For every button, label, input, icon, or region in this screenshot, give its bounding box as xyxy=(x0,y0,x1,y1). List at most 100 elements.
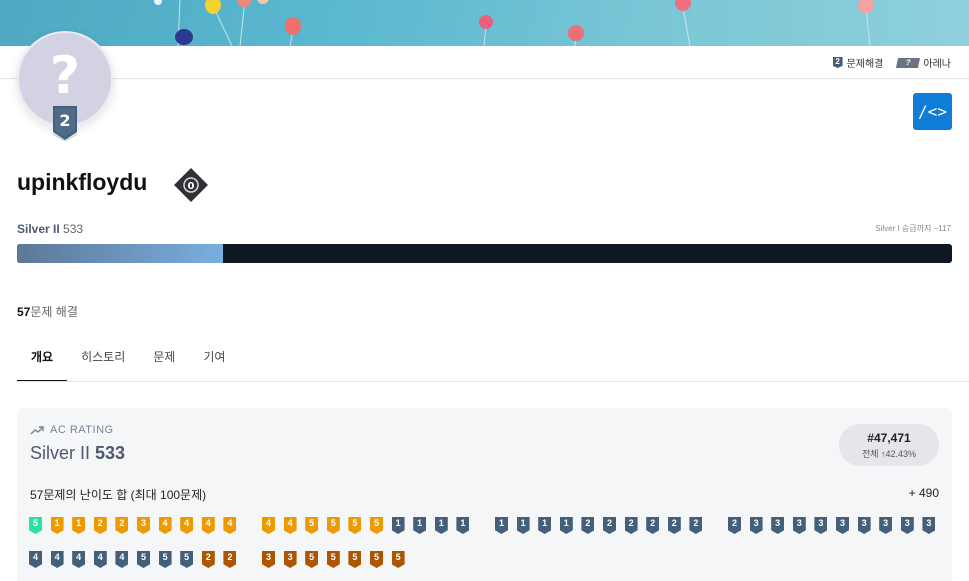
ac-rating-heading: AC RATING xyxy=(30,424,114,436)
rank-number: #47,471 xyxy=(867,431,911,445)
profile-banner xyxy=(0,0,969,46)
problem-tier-badge[interactable]: 1 xyxy=(559,517,573,534)
rank-pill[interactable]: #47,471 전체 ↑42.43% xyxy=(839,424,939,466)
profile-top-links: 2 문제해결 ? 아레나 xyxy=(832,55,951,70)
problem-tier-badge[interactable]: 2 xyxy=(603,517,616,534)
problem-tier-badge[interactable]: 1 xyxy=(391,517,405,534)
arena-link[interactable]: ? 아레나 xyxy=(896,55,951,70)
tier-rating: 533 xyxy=(63,222,84,236)
problem-tier-badge[interactable]: 5 xyxy=(137,551,150,568)
problem-tier-badge[interactable]: 3 xyxy=(749,517,763,534)
tab-overview[interactable]: 개요 xyxy=(17,337,68,382)
ac-rating-panel: AC RATING Silver II 533 #47,471 전체 ↑42.4… xyxy=(17,408,952,581)
problem-tier-badge[interactable]: 2 xyxy=(201,551,215,568)
problem-tier-badge[interactable]: 5 xyxy=(326,551,340,568)
problem-tier-badge[interactable]: 4 xyxy=(93,551,107,568)
ac-rating-value: 533 xyxy=(95,443,126,463)
tier-summary: Silver II 533 xyxy=(17,222,83,236)
problem-tier-badge[interactable]: 3 xyxy=(922,517,936,534)
problem-tier-badge[interactable]: 2 xyxy=(667,517,681,534)
tier-name: Silver II xyxy=(17,222,60,236)
problem-tier-badge[interactable]: 5 xyxy=(370,551,383,568)
difficulty-sum-label: 57문제의 난이도 합 (최대 100문제) xyxy=(30,488,207,502)
problem-tier-badge[interactable]: 5 xyxy=(305,517,319,534)
problem-tier-badge[interactable]: 4 xyxy=(29,551,42,568)
problem-tier-badge[interactable]: 4 xyxy=(158,517,172,534)
problem-tier-badge[interactable]: 3 xyxy=(283,551,297,568)
problem-tier-badge[interactable]: 3 xyxy=(262,551,275,568)
problem-tier-badge[interactable]: 5 xyxy=(305,551,319,568)
problem-tier-badge[interactable]: 3 xyxy=(792,517,806,534)
problem-tier-badge[interactable]: 5 xyxy=(158,551,172,568)
tab-problems[interactable]: 문제 xyxy=(139,337,189,382)
problem-tier-badge[interactable]: 2 xyxy=(581,517,595,534)
problem-tier-badge[interactable]: 4 xyxy=(115,551,129,568)
username: upinkfloydu xyxy=(17,169,148,195)
trending-up-icon xyxy=(30,426,44,435)
problem-tier-badge[interactable]: 4 xyxy=(283,517,297,534)
problem-tier-badge[interactable]: 1 xyxy=(516,517,530,534)
next-tier-text: Silver I 승급까지 −117 xyxy=(875,224,951,233)
problem-tier-badge[interactable]: 5 xyxy=(391,551,405,568)
problem-tier-badge[interactable]: 1 xyxy=(538,517,552,534)
problem-tier-badge[interactable]: 1 xyxy=(72,517,86,534)
problem-tier-badge[interactable]: 1 xyxy=(495,517,508,534)
rank-percentile: 전체 ↑42.43% xyxy=(861,449,917,459)
problems-link[interactable]: 2 문제해결 xyxy=(832,55,884,70)
problem-tier-badge[interactable]: 3 xyxy=(900,517,914,534)
tier-progress-fill xyxy=(17,244,223,263)
problems-link-label: 문제해결 xyxy=(846,59,884,70)
tier-progress-bar xyxy=(17,244,952,263)
problem-tier-badge[interactable]: 1 xyxy=(434,517,448,534)
problem-tier-badge[interactable]: 4 xyxy=(223,517,237,534)
problem-tier-badge[interactable]: 2 xyxy=(646,517,660,534)
problem-tier-badge[interactable]: 3 xyxy=(814,517,828,534)
problem-tier-badge[interactable]: 4 xyxy=(180,517,194,534)
unknown-avatar-icon: ? xyxy=(49,46,81,106)
problem-tier-badge[interactable]: 4 xyxy=(201,517,215,534)
problem-tier-badge[interactable]: 5 xyxy=(348,517,362,534)
problem-tier-badge[interactable]: 4 xyxy=(50,551,64,568)
problem-tier-badge[interactable]: 5 xyxy=(326,517,340,534)
solved-number: 57 xyxy=(17,305,31,319)
profile-tabs: 개요 히스토리 문제 기여 xyxy=(17,337,952,382)
arena-link-label: 아레나 xyxy=(923,59,951,70)
problem-tier-badge[interactable]: 3 xyxy=(879,517,893,534)
problem-tier-badge[interactable]: 1 xyxy=(413,517,427,534)
difficulty-sum-value: + 490 xyxy=(908,486,939,500)
svg-text:2: 2 xyxy=(59,111,70,130)
tab-history[interactable]: 히스토리 xyxy=(67,337,139,382)
problem-tier-badge[interactable]: 3 xyxy=(836,517,849,534)
problem-tier-badge[interactable]: 3 xyxy=(857,517,871,534)
problem-tier-badge[interactable]: 4 xyxy=(72,551,86,568)
arena-badge-icon: ? xyxy=(896,57,921,68)
ac-tier-name: Silver II xyxy=(30,443,91,463)
class-badge-icon: 0 xyxy=(174,168,208,202)
problem-tier-badge[interactable]: 4 xyxy=(262,517,275,534)
problem-tier-badge[interactable]: 1 xyxy=(456,517,470,534)
problem-tier-badge[interactable]: 3 xyxy=(137,517,150,534)
ac-rating-label: AC RATING xyxy=(50,424,114,436)
problem-tier-badge[interactable]: 5 xyxy=(348,551,362,568)
problem-tier-badge[interactable]: 2 xyxy=(223,551,237,568)
problem-tier-badge[interactable]: 3 xyxy=(771,517,785,534)
code-view-button[interactable]: /<> xyxy=(913,93,952,130)
svg-text:0: 0 xyxy=(188,181,195,192)
problem-tier-badge[interactable]: 1 xyxy=(50,517,64,534)
problem-tier-badge[interactable]: 2 xyxy=(93,517,107,534)
profile-subheader xyxy=(0,46,969,79)
problem-tier-badge[interactable]: 2 xyxy=(115,517,129,534)
tier-badge-icon: 2 xyxy=(832,57,843,68)
silver-tier-badge-icon: 2 xyxy=(52,106,78,141)
balloons-illustration xyxy=(154,0,874,46)
problem-tier-badge[interactable]: 2 xyxy=(689,517,703,534)
ac-rating-tier: Silver II 533 xyxy=(30,443,125,464)
solved-count: 57문제 해결 xyxy=(17,303,78,320)
problem-tier-badge[interactable]: 5 xyxy=(29,517,42,534)
problem-tier-badge[interactable]: 2 xyxy=(624,517,638,534)
problem-tier-badge[interactable]: 2 xyxy=(728,517,741,534)
problem-tier-badge[interactable]: 5 xyxy=(180,551,194,568)
problem-tier-badge[interactable]: 5 xyxy=(370,517,383,534)
solved-label: 문제 해결 xyxy=(30,305,78,319)
tab-contribution[interactable]: 기여 xyxy=(189,337,239,382)
